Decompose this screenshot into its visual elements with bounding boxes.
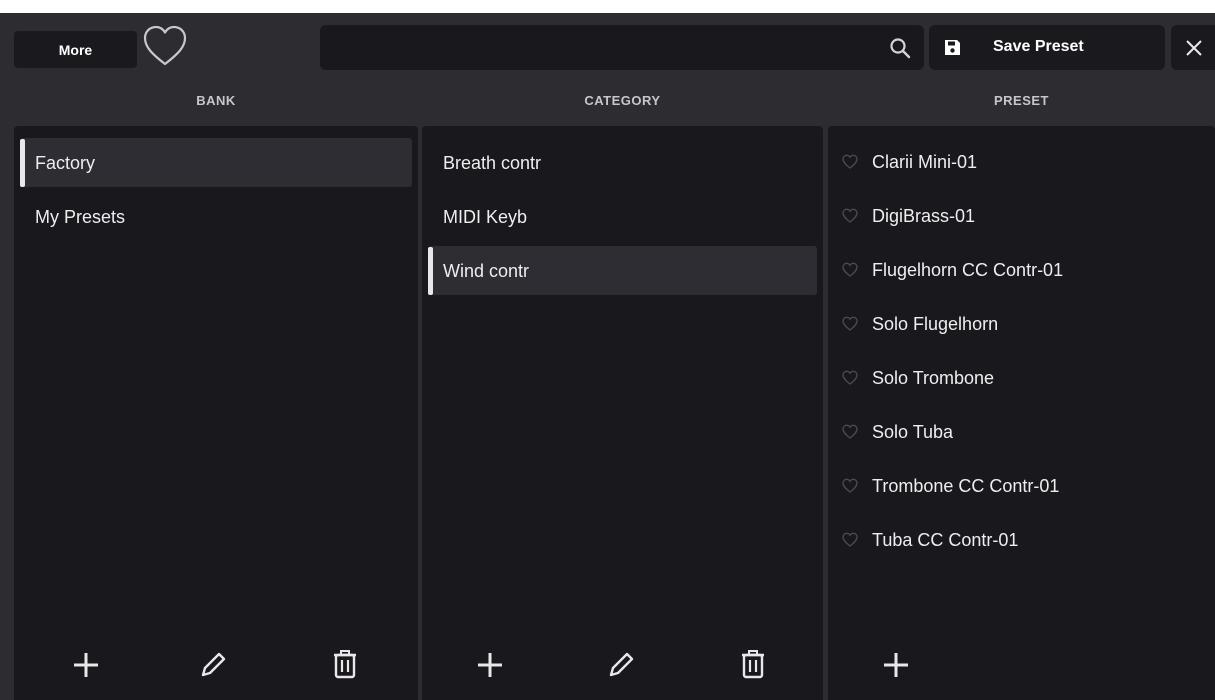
- search-input[interactable]: [320, 25, 880, 70]
- heart-outline-icon[interactable]: [842, 370, 858, 386]
- bank-item-my-presets[interactable]: My Presets: [20, 192, 412, 241]
- preset-toolbar: [828, 648, 1215, 682]
- heart-outline-icon[interactable]: [842, 154, 858, 170]
- category-item-label: Wind contr: [443, 261, 530, 281]
- search-bar: [320, 25, 924, 70]
- preset-item-label: DigiBrass-01: [872, 206, 976, 226]
- trash-icon[interactable]: [328, 648, 362, 682]
- preset-panel: Clarii Mini-01 DigiBrass-01 Flugelhorn C…: [828, 126, 1215, 700]
- category-item-label: MIDI Keyb: [443, 207, 528, 227]
- pencil-icon[interactable]: [604, 648, 638, 682]
- bank-toolbar: [14, 648, 418, 682]
- save-preset-button[interactable]: Save Preset: [929, 25, 1165, 70]
- top-bar: More Save Preset: [0, 13, 1215, 85]
- heart-outline-icon[interactable]: [842, 478, 858, 494]
- preset-item-label: Solo Tuba: [872, 422, 954, 442]
- category-item-wind-contr[interactable]: Wind contr: [428, 246, 817, 295]
- heart-outline-icon[interactable]: [842, 316, 858, 332]
- selection-indicator: [428, 247, 433, 295]
- search-icon[interactable]: [888, 36, 912, 60]
- floppy-disk-icon: [945, 40, 960, 55]
- heart-outline-icon[interactable]: [842, 208, 858, 224]
- bank-item-label: My Presets: [35, 207, 126, 227]
- preset-item-label: Tuba CC Contr-01: [872, 530, 1019, 550]
- close-button[interactable]: [1171, 25, 1215, 70]
- heart-outline-icon[interactable]: [142, 23, 188, 69]
- preset-browser: More Save Preset BANK CATEGORY PRESET Fa…: [0, 13, 1215, 700]
- preset-header: PRESET: [993, 93, 1049, 108]
- preset-item-label: Trombone CC Contr-01: [872, 476, 1060, 496]
- close-icon: [1186, 40, 1202, 56]
- bank-item-label: Factory: [35, 153, 96, 173]
- save-preset-label: Save Preset: [993, 38, 1084, 55]
- trash-icon[interactable]: [736, 648, 770, 682]
- plus-icon[interactable]: [879, 648, 913, 682]
- heart-outline-icon[interactable]: [842, 424, 858, 440]
- preset-item-label: Solo Flugelhorn: [872, 314, 999, 334]
- preset-item-label: Clarii Mini-01: [872, 152, 978, 172]
- category-panel: Breath contr MIDI Keyb Wind contr: [422, 126, 823, 700]
- bank-panel: Factory My Presets: [14, 126, 418, 700]
- category-toolbar: [422, 648, 823, 682]
- preset-item-label: Flugelhorn CC Contr-01: [872, 260, 1064, 280]
- heart-outline-icon[interactable]: [842, 532, 858, 548]
- category-item-label: Breath contr: [443, 153, 542, 173]
- preset-item-label: Solo Trombone: [872, 368, 995, 388]
- bank-item-factory[interactable]: Factory: [20, 138, 412, 187]
- plus-icon[interactable]: [473, 648, 507, 682]
- more-button[interactable]: More: [14, 31, 137, 68]
- bank-header: BANK: [196, 93, 236, 108]
- pencil-icon[interactable]: [196, 648, 230, 682]
- category-header: CATEGORY: [584, 93, 661, 108]
- heart-outline-icon[interactable]: [842, 262, 858, 278]
- plus-icon[interactable]: [69, 648, 103, 682]
- category-item-midi-keyb[interactable]: MIDI Keyb: [428, 192, 817, 241]
- selection-indicator: [20, 139, 25, 187]
- category-item-breath-contr[interactable]: Breath contr: [428, 138, 817, 187]
